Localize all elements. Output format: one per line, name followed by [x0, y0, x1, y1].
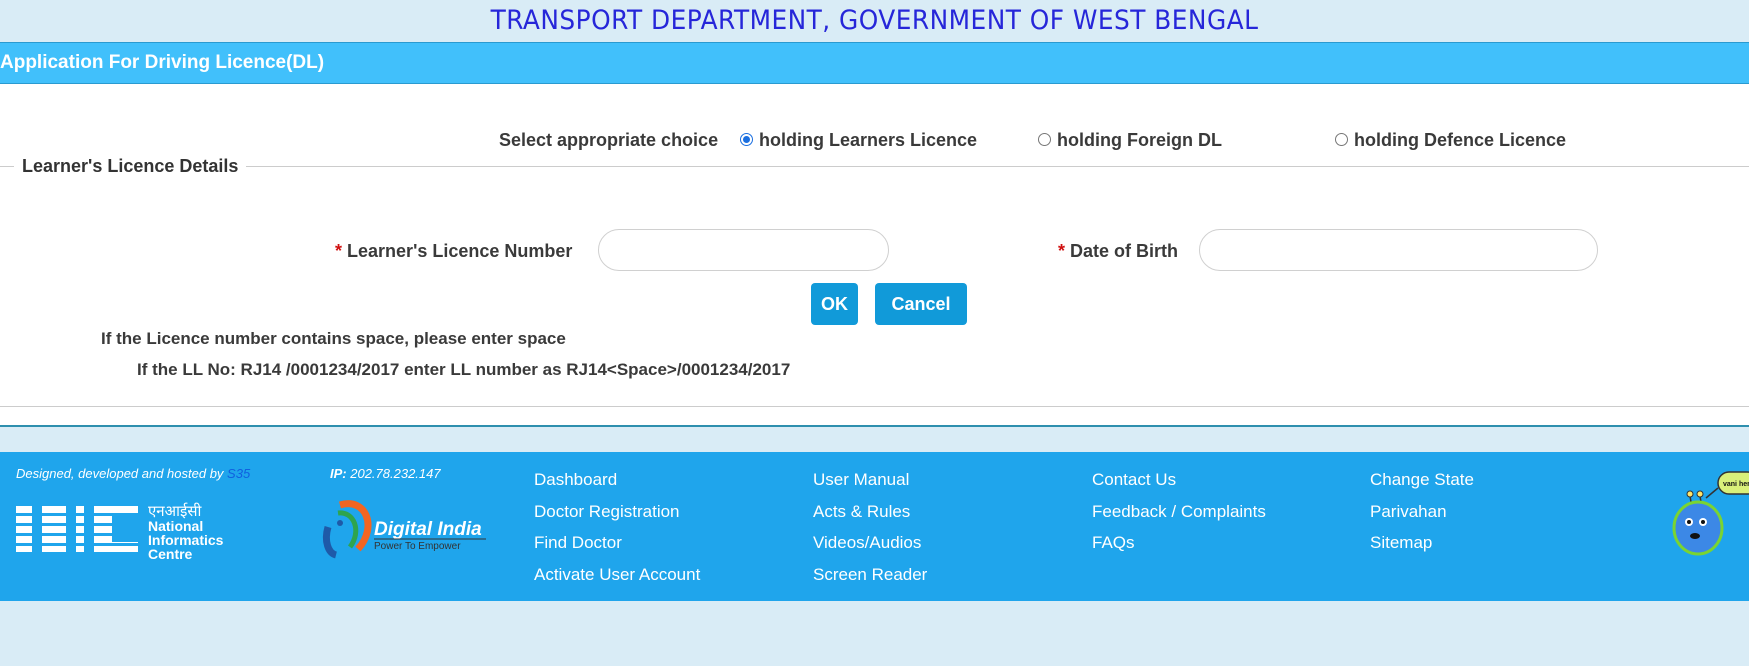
footer-link-screen-reader[interactable]: Screen Reader: [813, 564, 927, 596]
footer-link-faqs[interactable]: FAQs: [1092, 532, 1266, 564]
footer-link-user-manual[interactable]: User Manual: [813, 469, 927, 501]
page-header-title: TRANSPORT DEPARTMENT, GOVERNMENT OF WEST…: [490, 5, 1259, 36]
hint-example: If the LL No: RJ14 /0001234/2017 enter L…: [137, 360, 791, 379]
dob-input[interactable]: [1199, 229, 1598, 271]
radio-learners-licence[interactable]: holding Learners Licence: [740, 130, 977, 151]
svg-text:Power To Empower: Power To Empower: [374, 541, 461, 552]
choice-label: Select appropriate choice: [499, 130, 719, 150]
footer-credit: Designed, developed and hosted by S35: [16, 466, 251, 481]
radio-defence-licence[interactable]: holding Defence Licence: [1335, 130, 1566, 151]
licence-choice-group: Select appropriate choice holding Learne…: [0, 130, 1749, 154]
footer-link-contact-us[interactable]: Contact Us: [1092, 469, 1266, 501]
section-heading-bar: Application For Driving Licence(DL): [0, 42, 1749, 84]
digital-india-swoosh-green: [337, 510, 359, 549]
footer-link-doctor-registration[interactable]: Doctor Registration: [534, 501, 700, 533]
footer-link-parivahan[interactable]: Parivahan: [1370, 501, 1474, 533]
required-asterisk: *: [1058, 241, 1066, 261]
footer-links-col-3: Contact Us Feedback / Complaints FAQs: [1092, 469, 1266, 564]
radio-label: holding Learners Licence: [759, 130, 978, 150]
footer-links-col-4: Change State Parivahan Sitemap: [1370, 469, 1474, 564]
fieldset-border: [0, 166, 1749, 167]
fieldset-legend: Learner's Licence Details: [14, 156, 247, 177]
svg-text:vani here: vani here: [1723, 481, 1749, 488]
digital-india-swoosh-blue: [322, 526, 338, 559]
page-title: Application For Driving Licence(DL): [0, 52, 325, 73]
footer-link-find-doctor[interactable]: Find Doctor: [534, 532, 700, 564]
svg-text:Digital India: Digital India: [374, 519, 482, 540]
required-asterisk: *: [335, 241, 343, 261]
footer-link-activate-user-account[interactable]: Activate User Account: [534, 564, 700, 596]
nic-logo: एनआईसी National Informatics Centre: [16, 502, 224, 562]
vani-chatbot-icon[interactable]: vani here: [1672, 462, 1749, 572]
digital-india-logo: Digital India Power To Empower: [322, 500, 486, 559]
dob-label: * Date of Birth: [1058, 241, 1179, 261]
ll-number-input[interactable]: [598, 229, 889, 271]
footer-links-col-1: Dashboard Doctor Registration Find Docto…: [534, 469, 700, 595]
radio-selected-icon[interactable]: [740, 133, 753, 146]
hint-space: If the Licence number contains space, pl…: [101, 329, 566, 348]
footer-links-col-2: User Manual Acts & Rules Videos/Audios S…: [813, 469, 927, 595]
footer-link-dashboard[interactable]: Dashboard: [534, 469, 700, 501]
application-panel: Application For Driving Licence(DL) Sele…: [0, 42, 1749, 427]
radio-unselected-icon[interactable]: [1038, 133, 1051, 146]
footer-link-change-state[interactable]: Change State: [1370, 469, 1474, 501]
cancel-button[interactable]: Cancel: [875, 283, 967, 325]
credit-link[interactable]: S35: [227, 466, 250, 481]
footer: Designed, developed and hosted by S35 IP…: [0, 452, 1749, 601]
radio-label: holding Foreign DL: [1057, 130, 1222, 150]
ip-address: IP: 202.78.232.147: [330, 466, 441, 481]
svg-text:Centre: Centre: [148, 546, 193, 562]
ok-button[interactable]: OK: [811, 283, 858, 325]
footer-link-sitemap[interactable]: Sitemap: [1370, 532, 1474, 564]
footer-link-acts-rules[interactable]: Acts & Rules: [813, 501, 927, 533]
radio-foreign-dl[interactable]: holding Foreign DL: [1038, 130, 1222, 151]
footer-link-videos-audios[interactable]: Videos/Audios: [813, 532, 927, 564]
ll-number-label: * Learner's Licence Number: [335, 241, 573, 261]
radio-label: holding Defence Licence: [1354, 130, 1567, 150]
fieldset-bottom-border: [0, 406, 1749, 407]
radio-unselected-icon[interactable]: [1335, 133, 1348, 146]
footer-link-feedback[interactable]: Feedback / Complaints: [1092, 501, 1266, 533]
